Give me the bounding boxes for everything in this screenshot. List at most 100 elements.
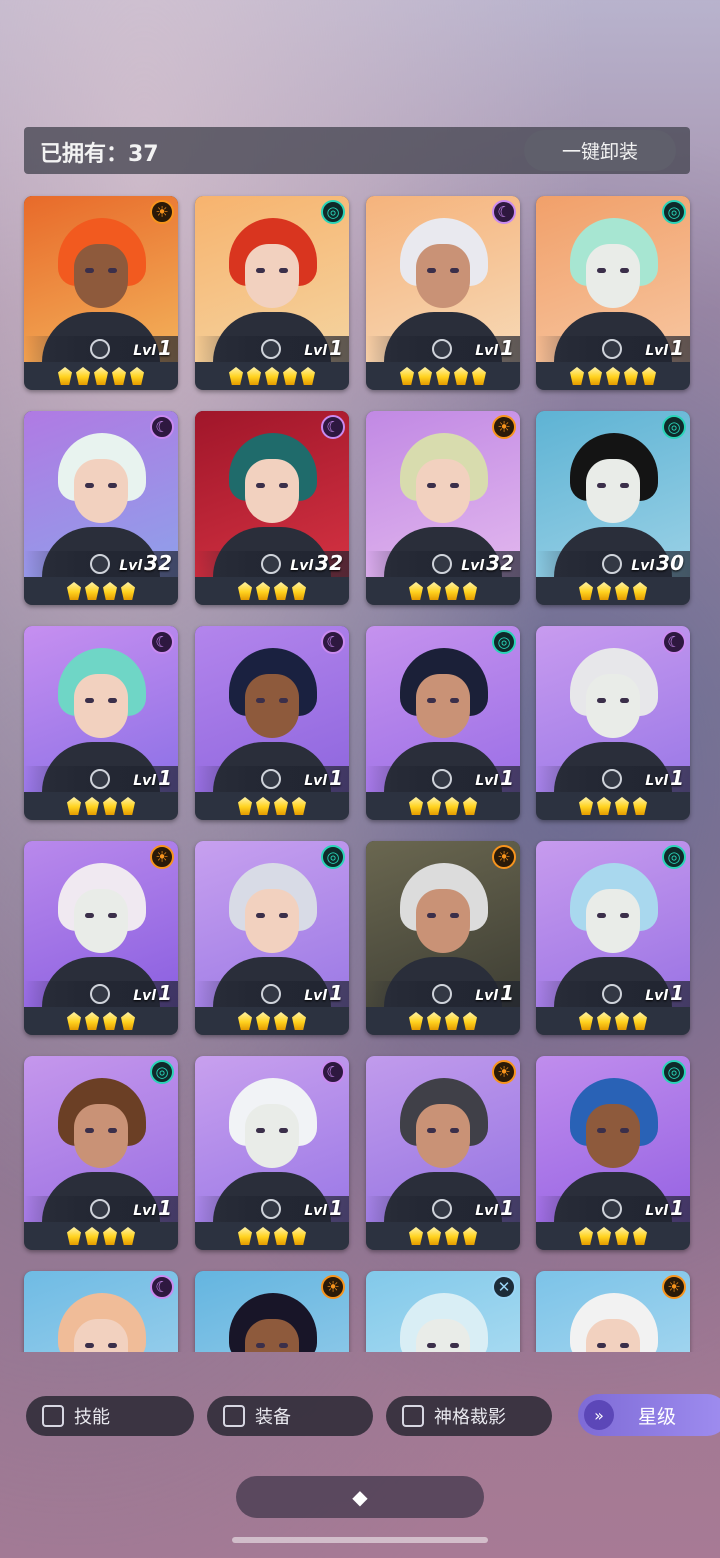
hero-card[interactable]: ☾ Lvl 1 [366,196,520,390]
equipment-slot-icon [432,769,452,789]
hero-card[interactable]: ◎ Lvl 1 [536,196,690,390]
hero-card[interactable]: ☾ Lvl 1 [536,626,690,820]
hero-card[interactable]: ☀ Lvl 1 [24,841,178,1035]
sun-element-icon: ☀ [321,1275,345,1299]
level-number: 1 [158,766,172,790]
moon-element-icon: ☾ [662,630,686,654]
star-gem-icon [463,582,477,600]
hero-card[interactable]: ◎ Lvl 1 [195,196,349,390]
sun-element-icon: ☀ [662,1275,686,1299]
level-bar: Lvl 1 [24,766,178,792]
hero-card[interactable]: ☀ Lvl 32 [366,411,520,605]
hero-card[interactable]: ✕ [366,1271,520,1352]
level-prefix: Lvl [645,1203,669,1219]
collapse-button[interactable]: ◆ [236,1476,484,1518]
hero-face [245,1319,299,1352]
level-bar: Lvl 1 [366,766,520,792]
hero-card[interactable]: ☾ Lvl 32 [195,411,349,605]
star-gem-icon [409,797,423,815]
star-gem-icon [570,367,584,385]
star-gem-icon [427,797,441,815]
hero-card[interactable]: ☀ [195,1271,349,1352]
hero-card[interactable]: ☀ Lvl 1 [366,841,520,1035]
hero-eye [279,1343,288,1348]
star-gem-icon [436,367,450,385]
sort-star-button[interactable]: » 星级 [578,1394,720,1436]
hero-eye [256,698,265,703]
star-gem-icon [301,367,315,385]
hero-face [74,889,128,953]
hero-eye [256,913,265,918]
level-bar: Lvl 1 [366,1196,520,1222]
star-gem-icon [292,1012,306,1030]
star-gem-icon [615,582,629,600]
hero-card[interactable]: ☾ Lvl 1 [195,1056,349,1250]
hero-eye [597,913,606,918]
hero-level: Lvl 1 [475,1196,514,1220]
hero-eye [427,483,436,488]
unequip-all-button[interactable]: 一键卸装 [524,130,676,171]
star-gem-icon [67,582,81,600]
star-gem-icon [579,797,593,815]
hero-eye [108,913,117,918]
owned-bar: 已拥有：37 一键卸装 [24,127,690,174]
star-gem-icon [633,1012,647,1030]
hero-eye [620,1343,629,1348]
hero-card[interactable]: ☾ Lvl 1 [24,626,178,820]
star-rating [24,364,178,388]
level-prefix: Lvl [133,1203,157,1219]
hero-face [245,459,299,523]
star-rating [536,364,690,388]
star-gem-icon [409,582,423,600]
hero-level: Lvl 1 [475,336,514,360]
hero-card[interactable]: ☾ [24,1271,178,1352]
hero-level: Lvl 32 [461,551,514,575]
sun-element-icon: ☀ [492,845,516,869]
hero-eye [620,1128,629,1133]
level-bar: Lvl 1 [195,766,349,792]
star-gem-icon [579,582,593,600]
swirl-element-icon: ◎ [662,415,686,439]
hero-card[interactable]: ◎ Lvl 1 [366,626,520,820]
hero-card[interactable]: ☀ Lvl 1 [366,1056,520,1250]
level-number: 30 [656,551,684,575]
moon-element-icon: ☾ [150,630,174,654]
star-gem-icon [400,367,414,385]
hero-card[interactable]: ◎ Lvl 1 [195,841,349,1035]
hero-eye [85,698,94,703]
hero-eye [450,268,459,273]
equipment-slot-icon [602,339,622,359]
level-bar: Lvl 1 [24,336,178,362]
checkbox[interactable] [42,1405,64,1427]
hero-face [416,674,470,738]
star-gem-icon [463,797,477,815]
star-gem-icon [615,1227,629,1245]
star-gem-icon [292,797,306,815]
hero-eye [108,483,117,488]
hero-card[interactable]: ◎ Lvl 1 [24,1056,178,1250]
star-gem-icon [472,367,486,385]
filter-equipment[interactable]: 装备 [207,1396,373,1436]
hero-face [74,1319,128,1352]
hero-level: Lvl 1 [304,766,343,790]
hero-card[interactable]: ☀ Lvl 1 [24,196,178,390]
hero-card[interactable]: ☀ [536,1271,690,1352]
filter-skill[interactable]: 技能 [26,1396,194,1436]
checkbox[interactable] [402,1405,424,1427]
filter-divinity[interactable]: 神格裁影 [386,1396,552,1436]
hero-card[interactable]: ◎ Lvl 1 [536,841,690,1035]
moon-element-icon: ☾ [150,1275,174,1299]
hero-card[interactable]: ☾ Lvl 32 [24,411,178,605]
hero-face [245,244,299,308]
hero-card[interactable]: ◎ Lvl 30 [536,411,690,605]
level-number: 1 [500,981,514,1005]
equipment-slot-icon [432,339,452,359]
hero-card[interactable]: ☾ Lvl 1 [195,626,349,820]
star-gem-icon [85,1227,99,1245]
level-bar: Lvl 1 [195,336,349,362]
hero-face [416,1319,470,1352]
checkbox[interactable] [223,1405,245,1427]
hero-card[interactable]: ◎ Lvl 1 [536,1056,690,1250]
hero-eye [597,1343,606,1348]
hero-level: Lvl 1 [133,336,172,360]
